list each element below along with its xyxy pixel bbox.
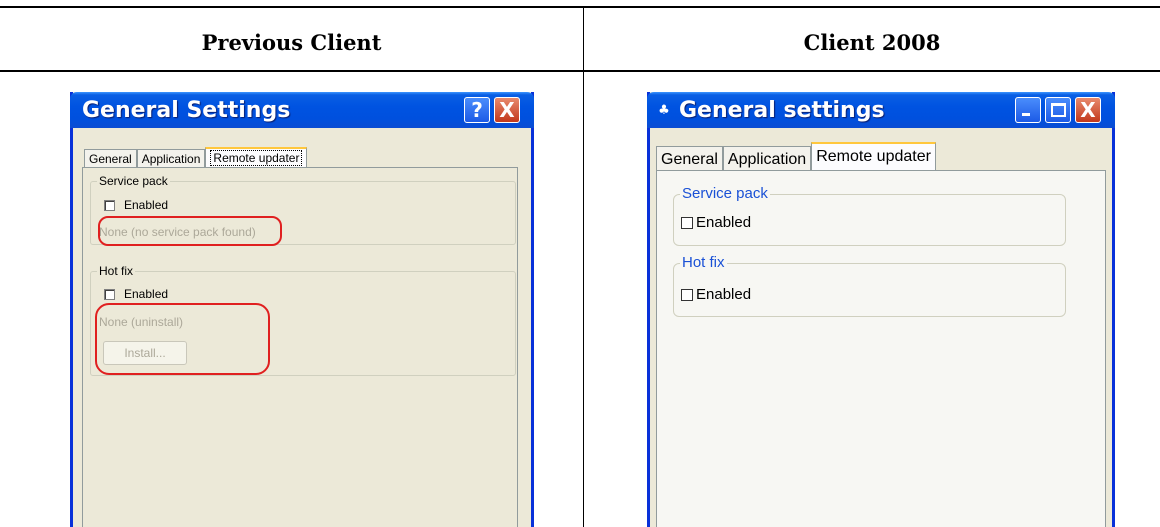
tab-label: Application (727, 151, 807, 168)
service-pack-group-label: Service pack (680, 185, 770, 202)
checkbox-label: Enabled (124, 198, 169, 212)
checkbox-box[interactable] (681, 288, 693, 301)
hot-fix-group-label: Hot fix (680, 254, 727, 271)
help-button[interactable]: ? (464, 97, 490, 123)
checkbox-label: Enabled (696, 214, 752, 231)
checkbox-box[interactable] (104, 288, 115, 300)
table-header-rule (0, 70, 1160, 72)
window-title: General Settings (82, 98, 291, 123)
column-header-previous-client: Previous Client (201, 30, 382, 55)
window-titlebar[interactable]: General Settings ? X (70, 92, 534, 128)
service-pack-enabled-checkbox[interactable]: Enabled (681, 214, 751, 231)
help-icon: ? (471, 98, 483, 122)
table-top-rule (0, 6, 1160, 8)
app-icon: ♣ (658, 103, 670, 118)
checkbox-box[interactable] (104, 199, 115, 211)
tab-strip: General Application Remote updater (84, 147, 308, 168)
highlight-service-pack (98, 216, 282, 246)
tab-strip: General Application Remote updater (656, 142, 936, 171)
maximize-button[interactable] (1045, 97, 1071, 123)
tab-label: General (89, 152, 132, 166)
tab-label: General (661, 151, 718, 168)
close-button[interactable]: X (1075, 97, 1101, 123)
hot-fix-enabled-checkbox[interactable]: Enabled (104, 287, 168, 301)
tab-label: Application (141, 152, 201, 166)
maximize-icon (1051, 103, 1066, 117)
tab-remote-updater[interactable]: Remote updater (205, 147, 308, 168)
tab-label: Remote updater (210, 150, 303, 166)
window-titlebar[interactable]: ♣ General settings X (647, 92, 1115, 128)
tab-remote-updater[interactable]: Remote updater (811, 142, 936, 171)
minimize-button[interactable] (1015, 97, 1041, 123)
previous-client-window: General Settings ? X General Application… (70, 92, 534, 527)
column-divider (583, 8, 584, 527)
client-2008-window: ♣ General settings X General Application… (647, 92, 1115, 527)
column-header-client-2008: Client 2008 (803, 30, 941, 55)
hot-fix-enabled-checkbox[interactable]: Enabled (681, 286, 751, 303)
minimize-icon (1022, 113, 1030, 116)
hot-fix-group-label: Hot fix (97, 264, 136, 278)
checkbox-box[interactable] (681, 216, 693, 229)
tab-application[interactable]: Application (722, 146, 812, 170)
close-icon: X (499, 98, 515, 122)
tab-general[interactable]: General (84, 149, 137, 167)
service-pack-enabled-checkbox[interactable]: Enabled (104, 198, 168, 212)
tab-label: Remote updater (816, 148, 931, 165)
checkbox-label: Enabled (124, 287, 169, 301)
tab-application[interactable]: Application (136, 149, 206, 167)
tab-general[interactable]: General (656, 146, 723, 170)
window-title: General settings (679, 98, 885, 123)
close-icon: X (1080, 98, 1096, 122)
highlight-hot-fix (95, 303, 270, 375)
close-button[interactable]: X (494, 97, 520, 123)
service-pack-group-label: Service pack (97, 174, 170, 188)
checkbox-label: Enabled (696, 286, 752, 303)
